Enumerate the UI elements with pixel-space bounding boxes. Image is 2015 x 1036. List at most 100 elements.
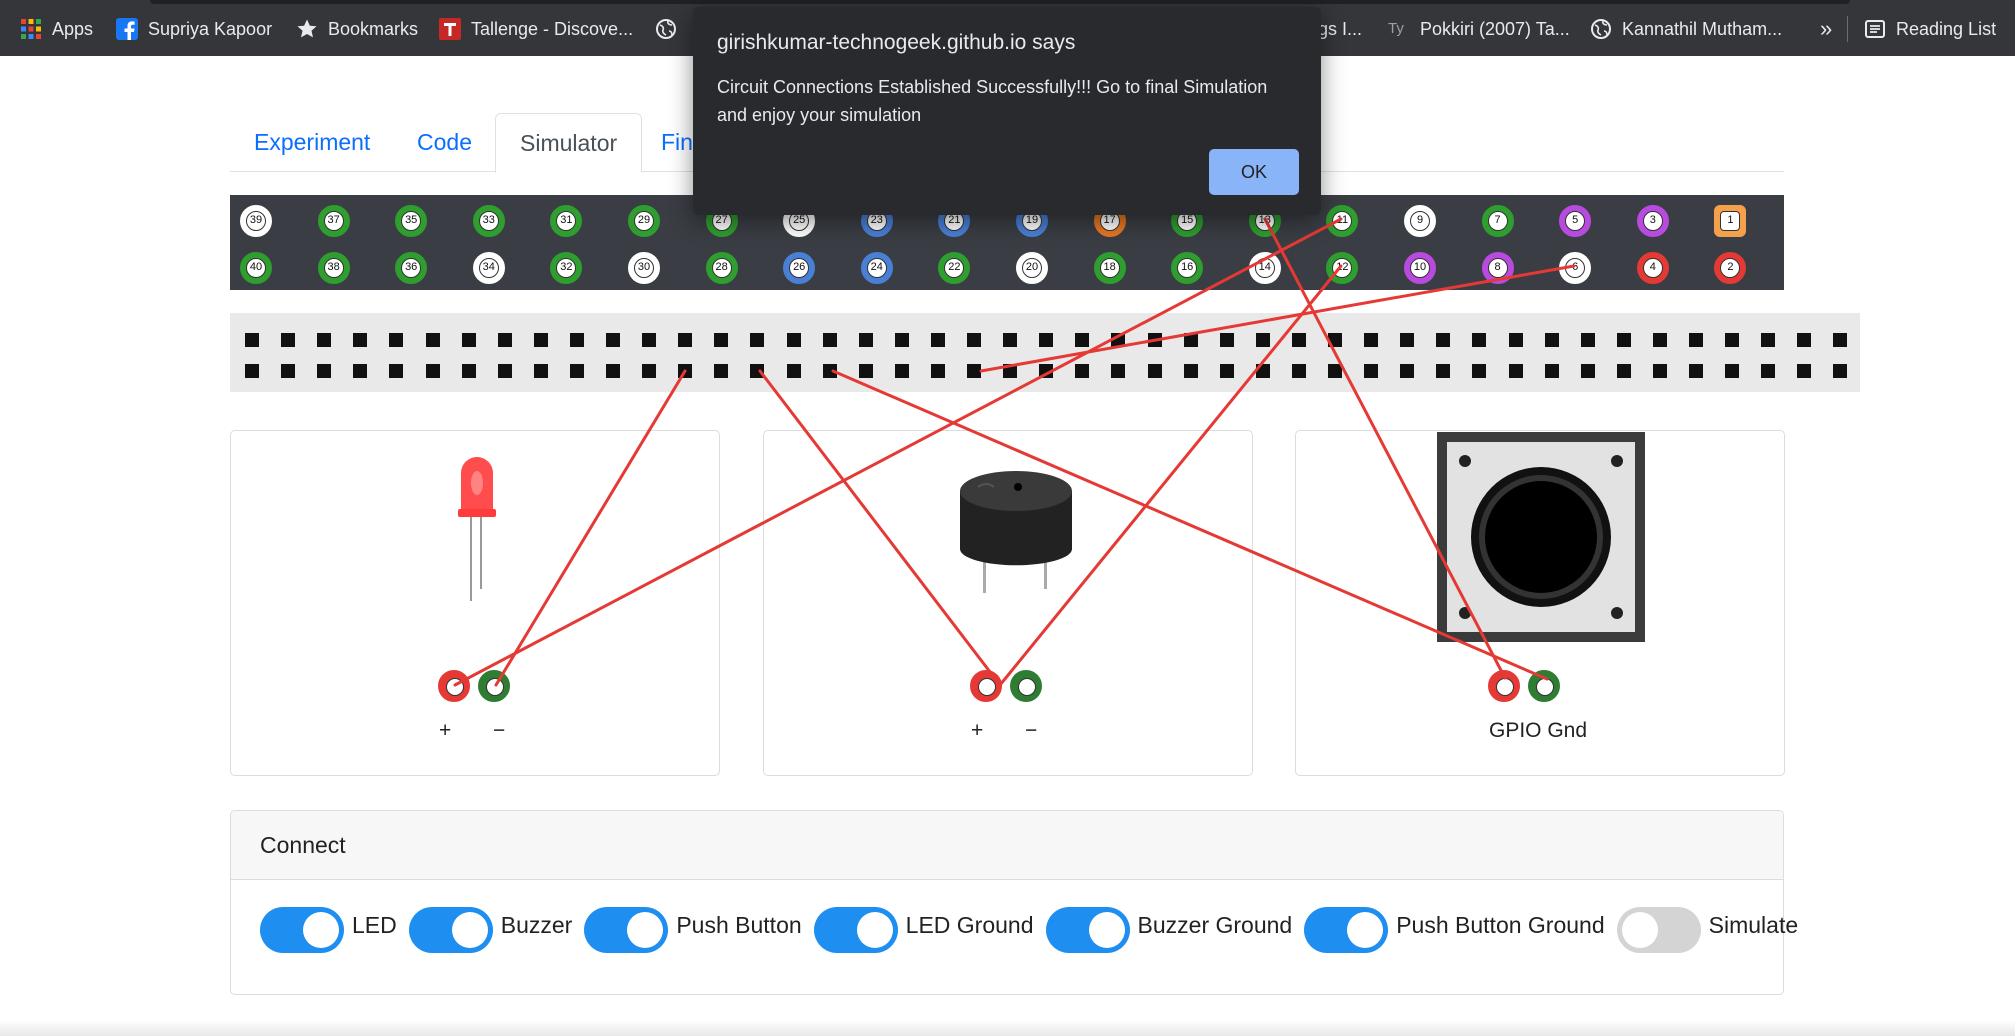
gpio-pin-14[interactable]: 14 (1248, 252, 1281, 284)
breadboard-hole[interactable] (389, 333, 404, 347)
breadboard-hole[interactable] (1328, 333, 1342, 347)
breadboard-hole[interactable] (1508, 333, 1523, 347)
breadboard-hole[interactable] (461, 364, 476, 378)
gpio-pin-1[interactable]: 1 (1714, 205, 1747, 237)
breadboard-hole[interactable] (569, 364, 584, 378)
buzzer-negative-terminal[interactable] (1010, 670, 1042, 702)
gpio-pin-3[interactable]: 3 (1636, 205, 1669, 237)
breadboard-hole[interactable] (930, 364, 945, 378)
breadboard-hole[interactable] (606, 333, 620, 347)
breadboard-hole[interactable] (750, 364, 765, 378)
toggle-buzzer[interactable]: Buzzer (408, 907, 572, 953)
tab-simulator[interactable]: Simulator (495, 113, 643, 173)
breadboard-hole[interactable] (1689, 333, 1703, 347)
tab-code[interactable]: Code (393, 113, 496, 172)
breadboard-hole[interactable] (353, 333, 368, 347)
gpio-pin-28[interactable]: 28 (705, 252, 738, 284)
gpio-pin-38[interactable]: 38 (317, 252, 350, 284)
breadboard-hole[interactable] (1689, 364, 1703, 378)
gpio-pin-32[interactable]: 32 (550, 252, 583, 284)
gpio-pin-8[interactable]: 8 (1481, 252, 1514, 284)
breadboard-hole[interactable] (1111, 364, 1126, 378)
breadboard-hole[interactable] (1761, 364, 1776, 378)
gpio-pin-35[interactable]: 35 (395, 205, 428, 237)
bookmark-apps[interactable]: Apps (20, 17, 93, 41)
button-gpio-terminal[interactable] (1488, 670, 1520, 702)
breadboard-hole[interactable] (1652, 333, 1667, 347)
breadboard-hole[interactable] (1219, 333, 1234, 347)
breadboard-hole[interactable] (1544, 364, 1559, 378)
toggle-simulate[interactable]: Simulate (1616, 907, 1798, 953)
breadboard-hole[interactable] (606, 364, 620, 378)
bookmark-tallenge[interactable]: Tallenge - Discove... (439, 17, 633, 41)
bookmark-kannathil[interactable]: Kannathil Mutham... (1590, 17, 1782, 41)
breadboard-hole[interactable] (1725, 364, 1740, 378)
breadboard-hole[interactable] (1003, 333, 1018, 347)
breadboard-hole[interactable] (1797, 333, 1812, 347)
toggle-push-button[interactable]: Push Button (584, 907, 802, 953)
bookmark-pokkiri[interactable]: Ty Pokkiri (2007) Ta... (1388, 17, 1570, 41)
breadboard-hole[interactable] (569, 333, 584, 347)
breadboard-hole[interactable] (750, 333, 765, 347)
breadboard-hole[interactable] (1147, 364, 1162, 378)
toggle-led[interactable]: LED (260, 907, 397, 953)
breadboard-hole[interactable] (1436, 333, 1451, 347)
breadboard-hole[interactable] (1364, 364, 1379, 378)
gpio-pin-37[interactable]: 37 (317, 205, 350, 237)
breadboard-hole[interactable] (317, 364, 332, 378)
gpio-pin-26[interactable]: 26 (783, 252, 816, 284)
breadboard-hole[interactable] (425, 364, 440, 378)
breadboard-hole[interactable] (894, 333, 909, 347)
bookmark-globe[interactable] (655, 17, 687, 41)
breadboard-hole[interactable] (389, 364, 404, 378)
gpio-pin-7[interactable]: 7 (1481, 205, 1514, 237)
breadboard-hole[interactable] (1400, 333, 1415, 347)
breadboard-hole[interactable] (1833, 333, 1848, 347)
breadboard-hole[interactable] (1255, 364, 1270, 378)
buzzer-positive-terminal[interactable] (970, 670, 1002, 702)
tab-experiment[interactable]: Experiment (230, 113, 394, 172)
bookmark-partial[interactable]: gs I... (1318, 17, 1362, 41)
breadboard-hole[interactable] (353, 364, 368, 378)
breadboard-hole[interactable] (461, 333, 476, 347)
breadboard-hole[interactable] (1219, 364, 1234, 378)
breadboard-hole[interactable] (858, 333, 873, 347)
breadboard-hole[interactable] (1725, 333, 1740, 347)
breadboard-hole[interactable] (1291, 364, 1306, 378)
gpio-pin-24[interactable]: 24 (860, 252, 893, 284)
breadboard-hole[interactable] (1616, 333, 1631, 347)
push-button-ground-switch[interactable] (1304, 907, 1389, 953)
breadboard-hole[interactable] (425, 333, 440, 347)
breadboard-hole[interactable] (1472, 364, 1487, 378)
breadboard-hole[interactable] (1183, 333, 1198, 347)
gpio-pin-18[interactable]: 18 (1093, 252, 1126, 284)
breadboard-hole[interactable] (1111, 333, 1126, 347)
gpio-pin-20[interactable]: 20 (1016, 252, 1048, 284)
breadboard-hole[interactable] (1652, 364, 1667, 378)
breadboard-hole[interactable] (1833, 364, 1848, 378)
breadboard-hole[interactable] (786, 364, 801, 378)
simulate-switch[interactable] (1616, 907, 1701, 953)
breadboard-hole[interactable] (1075, 333, 1090, 347)
gpio-pin-40[interactable]: 40 (240, 252, 272, 284)
breadboard-hole[interactable] (1039, 364, 1054, 378)
gpio-pin-22[interactable]: 22 (938, 252, 971, 284)
reading-list-button[interactable]: Reading List (1864, 17, 1996, 41)
buzzer-switch[interactable] (408, 907, 493, 953)
breadboard-hole[interactable] (786, 333, 801, 347)
breadboard-hole[interactable] (281, 364, 296, 378)
breadboard-hole[interactable] (245, 333, 259, 347)
breadboard-hole[interactable] (967, 364, 981, 378)
breadboard-hole[interactable] (678, 333, 693, 347)
bookmark-supriya[interactable]: Supriya Kapoor (116, 17, 272, 41)
breadboard-hole[interactable] (967, 333, 981, 347)
breadboard-hole[interactable] (1616, 364, 1631, 378)
gpio-pin-39[interactable]: 39 (240, 205, 272, 237)
breadboard-hole[interactable] (317, 333, 332, 347)
toggle-led-ground[interactable]: LED Ground (813, 907, 1034, 953)
gpio-pin-16[interactable]: 16 (1171, 252, 1204, 284)
breadboard-hole[interactable] (497, 333, 512, 347)
breadboard-hole[interactable] (822, 364, 837, 378)
breadboard-hole[interactable] (1039, 333, 1054, 347)
breadboard-hole[interactable] (245, 364, 259, 378)
